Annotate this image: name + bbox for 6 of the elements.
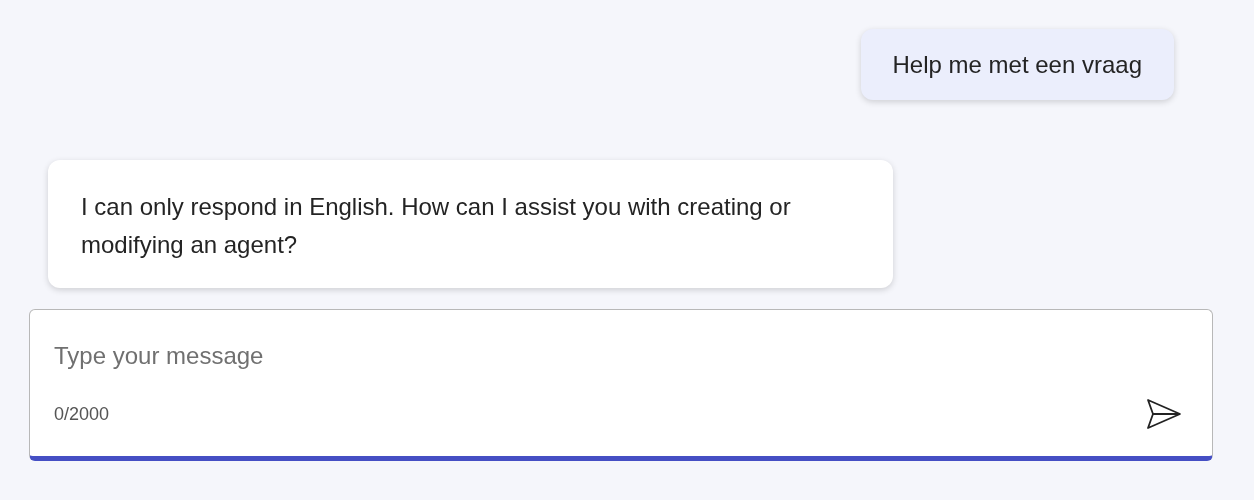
send-button[interactable]: [1146, 398, 1182, 430]
assistant-message: I can only respond in English. How can I assist you with creating or modifying an agent?: [48, 160, 893, 288]
send-icon: [1146, 398, 1182, 430]
user-message: Help me met een vraag: [860, 29, 1174, 100]
message-input[interactable]: Type your message: [54, 338, 1182, 374]
character-counter: 0/2000: [54, 403, 110, 425]
